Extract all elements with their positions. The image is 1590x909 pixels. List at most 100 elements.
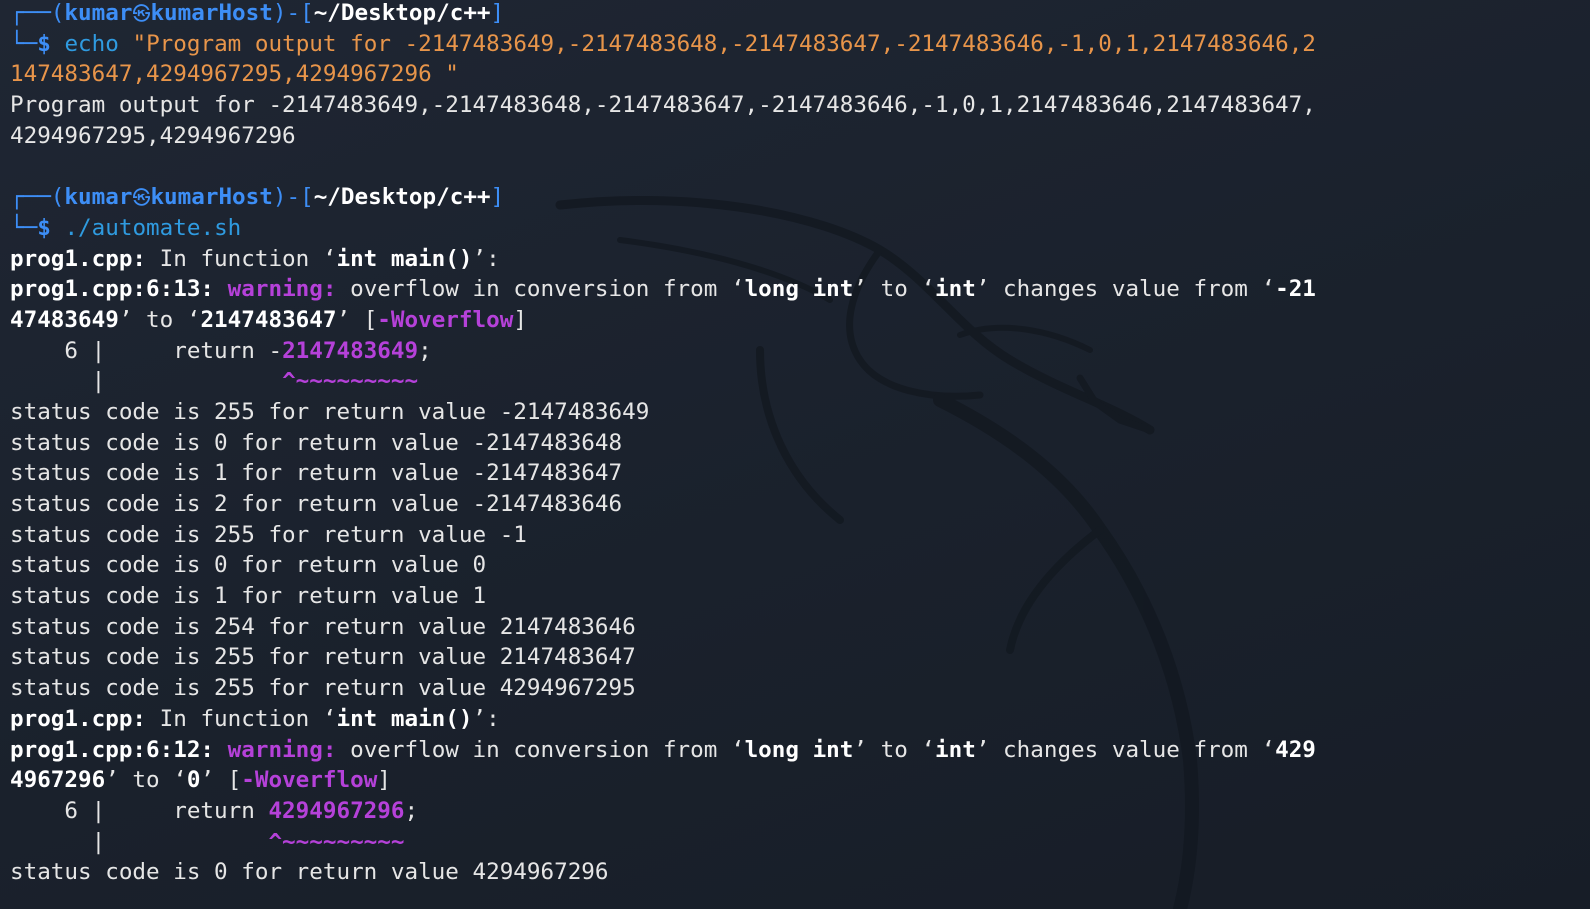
code-gutter: | xyxy=(10,368,283,395)
diag-text: ’ to ‘ xyxy=(118,306,201,333)
echo-output: Program output for -2147483649,-21474836… xyxy=(10,92,1316,119)
diag-text: ’ changes value from ‘ xyxy=(975,276,1276,303)
prompt-dollar: $ xyxy=(37,214,51,241)
code-line: ; xyxy=(404,797,419,824)
prompt-path: ~/Desktop/c++ xyxy=(313,184,491,211)
diag-text: ] xyxy=(377,767,391,794)
diag-text: ’ [ xyxy=(200,767,242,794)
output-line: Program output for -2147483649,-21474836… xyxy=(10,90,1590,121)
status-line: status code is 1 for return value -21474… xyxy=(10,460,623,487)
status-line: status code is 255 for return value 2147… xyxy=(10,644,636,671)
prompt-box-bottom: └─ xyxy=(10,214,38,241)
diag-value: 0 xyxy=(186,767,201,794)
prompt-box-bottom: └─ xyxy=(10,30,38,57)
compiler-warning: prog1.cpp:6:12: warning: overflow in con… xyxy=(10,735,1590,766)
status-line: status code is 254 for return value 2147… xyxy=(10,613,636,640)
code-line: 6 | return - xyxy=(10,337,283,364)
code-line: ; xyxy=(418,337,432,364)
command-line[interactable]: └─$ ./automate.sh xyxy=(10,213,1590,244)
prompt-path: ~/Desktop/c++ xyxy=(313,0,491,26)
prompt-line: ┌──(kumar㉿kumarHost)-[~/Desktop/c++] xyxy=(10,182,1590,213)
code-caret: ^~~~~~~~~~ xyxy=(282,368,419,395)
diag-text: ’ to ‘ xyxy=(105,767,187,794)
prompt-dollar: $ xyxy=(37,30,51,57)
command-line[interactable]: └─$ echo "Program output for -2147483649… xyxy=(10,29,1590,60)
status-line: status code is 0 for return value -21474… xyxy=(10,429,623,456)
warning-label: warning: xyxy=(227,276,337,303)
diag-type: long int xyxy=(744,276,854,303)
prompt-separator: )-[ xyxy=(272,0,314,26)
kali-at-icon: ㉿ xyxy=(132,4,151,25)
diag-file: prog1.cpp: xyxy=(10,245,147,272)
diag-location: prog1.cpp:6:13: xyxy=(10,276,215,303)
prompt-box-top: ┌──( xyxy=(10,0,65,26)
code-snippet: 6 | return -2147483649; xyxy=(10,336,1590,367)
status-line: status code is 255 for return value -1 xyxy=(10,521,527,548)
diag-text: ] xyxy=(513,306,527,333)
warning-flag: -Woverflow xyxy=(241,767,378,794)
code-caret-line: | ^~~~~~~~~~ xyxy=(10,366,1590,397)
code-highlight: 4294967296 xyxy=(268,797,405,824)
diag-type: int xyxy=(935,276,976,303)
prompt-line: ┌──(kumar㉿kumarHost)-[~/Desktop/c++] xyxy=(10,0,1590,29)
diag-text: ’ to ‘ xyxy=(853,276,936,303)
warning-label: warning: xyxy=(227,736,337,763)
status-line: status code is 0 for return value 429496… xyxy=(10,859,609,886)
status-line: status code is 255 for return value -214… xyxy=(10,398,650,425)
code-highlight: 2147483649 xyxy=(282,337,419,364)
diag-type: int xyxy=(935,736,976,763)
prompt-host: kumarHost xyxy=(150,184,273,211)
terminal-window[interactable]: ┌──(kumar㉿kumarHost)-[~/Desktop/c++] └─$… xyxy=(0,0,1590,909)
terminal-output: ┌──(kumar㉿kumarHost)-[~/Desktop/c++] └─$… xyxy=(10,0,1590,888)
code-caret: ^~~~~~~~~~ xyxy=(268,828,405,855)
code-caret-line: | ^~~~~~~~~~ xyxy=(10,827,1590,858)
prompt-separator-close: ] xyxy=(490,0,505,26)
status-line: status code is 255 for return value 4294… xyxy=(10,675,636,702)
compiler-warning-wrap: 4967296’ to ‘0’ [-Woverflow] xyxy=(10,765,1590,796)
warning-flag: -Woverflow xyxy=(377,306,514,333)
diag-value: -21 xyxy=(1275,276,1316,303)
diag-text: overflow in conversion from ‘ xyxy=(336,736,745,763)
diag-file: prog1.cpp: xyxy=(10,705,147,732)
diag-text: In function ‘ xyxy=(146,245,337,272)
diag-function: int main() xyxy=(336,245,473,272)
diag-text: ’ to ‘ xyxy=(853,736,936,763)
prompt-box-top: ┌──( xyxy=(10,184,65,211)
compiler-warning: prog1.cpp:6:13: warning: overflow in con… xyxy=(10,274,1590,305)
diag-text: ’ [ xyxy=(336,306,378,333)
compiler-warning-wrap: 47483649’ to ‘2147483647’ [-Woverflow] xyxy=(10,305,1590,336)
kali-at-icon: ㉿ xyxy=(132,188,151,210)
code-gutter: | xyxy=(10,828,269,855)
diag-text: ’: xyxy=(472,705,500,732)
diag-text: ’ changes value from ‘ xyxy=(975,736,1276,763)
prompt-user: kumar xyxy=(64,0,133,26)
echo-command: echo xyxy=(64,30,119,57)
diag-function: int main() xyxy=(336,705,473,732)
diag-type: long int xyxy=(744,736,854,763)
output-line: 4294967295,4294967296 xyxy=(10,121,1590,152)
automate-command: ./automate.sh xyxy=(64,214,242,241)
status-line: status code is 2 for return value -21474… xyxy=(10,491,623,517)
code-snippet: 6 | return 4294967296; xyxy=(10,796,1590,827)
diag-value: 47483649 xyxy=(10,306,119,333)
prompt-host: kumarHost xyxy=(150,0,273,26)
prompt-separator-close: ] xyxy=(490,184,505,211)
diag-value: 2147483647 xyxy=(200,306,337,333)
prompt-user: kumar xyxy=(64,184,133,211)
diag-text: In function ‘ xyxy=(146,705,337,732)
echo-argument-continued: 147483647,4294967295,4294967296 " xyxy=(10,61,459,88)
diag-location: prog1.cpp:6:12: xyxy=(10,736,215,763)
prompt-separator: )-[ xyxy=(272,184,314,211)
code-line: 6 | return xyxy=(10,797,269,824)
diag-text: ’: xyxy=(472,245,500,272)
status-line: status code is 0 for return value 0 xyxy=(10,552,487,579)
compiler-diagnostic: prog1.cpp: In function ‘int main()’: xyxy=(10,704,1590,735)
diag-text: overflow in conversion from ‘ xyxy=(336,276,745,303)
echo-output-continued: 4294967295,4294967296 xyxy=(10,122,296,149)
command-line-wrap: 147483647,4294967295,4294967296 " xyxy=(10,59,1590,90)
status-line: status code is 1 for return value 1 xyxy=(10,583,487,610)
echo-argument: "Program output for -2147483649,-2147483… xyxy=(132,30,1316,57)
diag-value: 429 xyxy=(1275,736,1316,763)
compiler-diagnostic: prog1.cpp: In function ‘int main()’: xyxy=(10,244,1590,275)
